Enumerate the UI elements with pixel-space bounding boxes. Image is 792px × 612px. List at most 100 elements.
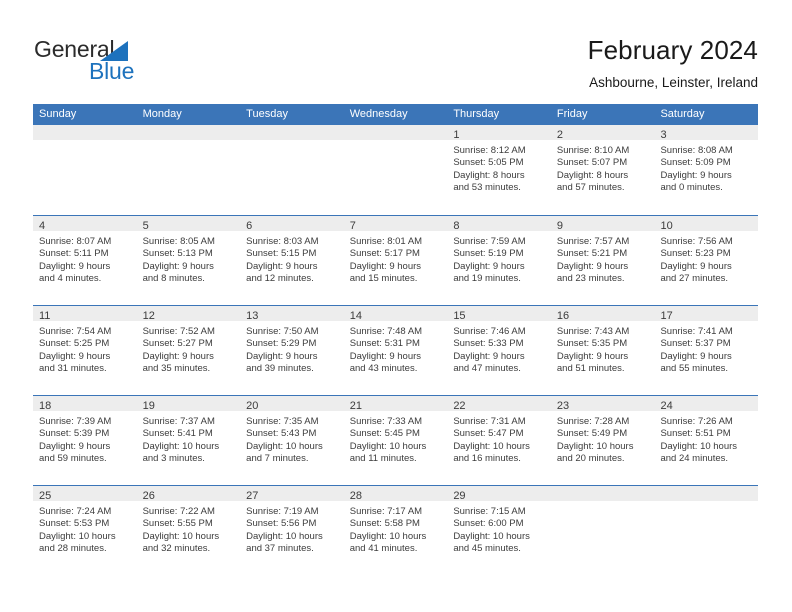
day-sun-info: Sunrise: 8:01 AM Sunset: 5:17 PM Dayligh… [349,236,423,284]
day-number: 25 [39,490,52,502]
day-number-band: 12 [136,306,241,322]
calendar-day-cell[interactable]: 27 Sunrise: 7:19 AM Sunset: 5:56 PM Dayli… [240,485,344,575]
calendar-table: Sunday Monday Tuesday Wednesday Thursday… [33,104,759,575]
day-number-band [654,486,759,501]
title-block: February 2024 Ashbourne, Leinster, Irela… [588,34,758,91]
calendar-day-cell[interactable]: 28 Sunrise: 7:17 AM Sunset: 5:58 PM Dayli… [343,485,448,575]
day-number-band: 3 [654,125,759,141]
page-header: General Blue February 2024 Ashbourne, Le… [0,0,792,100]
general-blue-logo[interactable]: General Blue [34,36,214,88]
weekday-header-wednesday: Wednesday [349,108,408,120]
day-number: 28 [349,490,362,502]
day-number-band: 15 [447,306,551,322]
day-number-band: 22 [447,396,551,412]
calendar-day-cell[interactable]: 5 Sunrise: 8:05 AM Sunset: 5:13 PM Daylig… [136,215,241,305]
calendar-day-cell[interactable]: 26 Sunrise: 7:22 AM Sunset: 5:55 PM Dayli… [136,485,241,575]
day-sun-info: Sunrise: 8:12 AM Sunset: 5:05 PM Dayligh… [453,145,526,193]
day-number-band: 20 [240,396,344,412]
day-sun-info: Sunrise: 7:24 AM Sunset: 5:53 PM Dayligh… [39,506,116,554]
day-sun-info: Sunrise: 7:37 AM Sunset: 5:41 PM Dayligh… [142,416,220,464]
day-sun-info: Sunrise: 8:03 AM Sunset: 5:15 PM Dayligh… [246,236,319,284]
calendar-day-cell[interactable]: 19 Sunrise: 7:37 AM Sunset: 5:41 PM Dayli… [136,395,241,485]
day-number: 23 [556,400,570,412]
day-number-band: 9 [550,216,655,232]
day-number: 16 [556,310,570,322]
calendar-day-cell[interactable]: 14 Sunrise: 7:48 AM Sunset: 5:31 PM Dayli… [343,305,448,395]
day-number: 18 [39,400,52,412]
day-number: 7 [349,220,356,232]
day-number: 5 [142,220,149,232]
calendar-day-cell[interactable]: 25 Sunrise: 7:24 AM Sunset: 5:53 PM Dayli… [33,485,137,575]
day-number-band: 21 [343,396,448,412]
day-number: 14 [349,310,362,322]
day-number-band: 2 [550,125,655,141]
day-number-band: 23 [550,396,655,412]
calendar-day-cell[interactable]: 18 Sunrise: 7:39 AM Sunset: 5:39 PM Dayli… [33,395,137,485]
calendar-day-cell[interactable]: 3 Sunrise: 8:08 AM Sunset: 5:09 PM Daylig… [654,125,759,215]
logo-text-blue: Blue [89,58,135,84]
calendar-day-cell[interactable]: 1 Sunrise: 8:12 AM Sunset: 5:05 PM Daylig… [447,125,551,215]
day-sun-info [33,140,137,145]
day-number: 8 [453,220,460,232]
calendar-day-cell[interactable]: 12 Sunrise: 7:52 AM Sunset: 5:27 PM Dayli… [136,305,241,395]
day-number-band: 24 [654,396,759,412]
calendar-day-cell[interactable]: 22 Sunrise: 7:31 AM Sunset: 5:47 PM Dayli… [447,395,551,485]
day-number: 12 [142,310,155,322]
day-number: 26 [142,490,155,502]
day-sun-info: Sunrise: 7:56 AM Sunset: 5:23 PM Dayligh… [660,236,733,284]
calendar-week-row: 25 Sunrise: 7:24 AM Sunset: 5:53 PM Dayli… [33,485,759,575]
day-number-band: 6 [240,216,344,232]
day-sun-info: Sunrise: 7:17 AM Sunset: 5:58 PM Dayligh… [349,506,427,554]
page-title: February 2024 [587,35,758,65]
day-number-band: 4 [33,216,137,232]
day-number: 24 [660,400,673,412]
day-sun-info: Sunrise: 8:10 AM Sunset: 5:07 PM Dayligh… [556,145,630,193]
day-number-band: 18 [33,396,137,412]
calendar-day-cell[interactable]: 13 Sunrise: 7:50 AM Sunset: 5:29 PM Dayli… [240,305,344,395]
calendar-day-cell-empty [33,125,137,215]
calendar-day-cell[interactable]: 11 Sunrise: 7:54 AM Sunset: 5:25 PM Dayli… [33,305,137,395]
day-sun-info [551,501,655,506]
calendar-day-cell[interactable]: 24 Sunrise: 7:26 AM Sunset: 5:51 PM Dayli… [654,395,759,485]
day-number-band [33,125,137,140]
calendar-day-cell[interactable]: 16 Sunrise: 7:43 AM Sunset: 5:35 PM Dayli… [550,305,655,395]
day-number-band [343,125,448,140]
calendar-day-cell[interactable]: 20 Sunrise: 7:35 AM Sunset: 5:43 PM Dayli… [240,395,344,485]
calendar-day-cell[interactable]: 7 Sunrise: 8:01 AM Sunset: 5:17 PM Daylig… [343,215,448,305]
calendar-day-cell[interactable]: 29 Sunrise: 7:15 AM Sunset: 6:00 PM Dayli… [447,485,551,575]
day-number-band: 29 [447,486,551,502]
day-sun-info: Sunrise: 7:35 AM Sunset: 5:43 PM Dayligh… [246,416,323,464]
day-sun-info [137,140,241,145]
calendar-week-row: 18 Sunrise: 7:39 AM Sunset: 5:39 PM Dayli… [33,395,759,485]
day-sun-info: Sunrise: 7:50 AM Sunset: 5:29 PM Dayligh… [246,326,319,374]
calendar-day-cell[interactable]: 9 Sunrise: 7:57 AM Sunset: 5:21 PM Daylig… [550,215,655,305]
calendar-day-cell[interactable]: 21 Sunrise: 7:33 AM Sunset: 5:45 PM Dayli… [343,395,448,485]
day-number-band: 28 [343,486,448,502]
day-sun-info: Sunrise: 7:19 AM Sunset: 5:56 PM Dayligh… [246,506,323,554]
day-number: 3 [660,129,667,141]
day-number: 17 [660,310,673,322]
day-number: 13 [246,310,259,322]
weekday-header-thursday: Thursday [453,108,500,120]
calendar-day-cell[interactable]: 17 Sunrise: 7:41 AM Sunset: 5:37 PM Dayli… [654,305,759,395]
day-number-band: 27 [240,486,344,502]
calendar-day-cell[interactable]: 6 Sunrise: 8:03 AM Sunset: 5:15 PM Daylig… [240,215,344,305]
day-sun-info: Sunrise: 7:39 AM Sunset: 5:39 PM Dayligh… [39,416,112,464]
calendar-day-cell[interactable]: 8 Sunrise: 7:59 AM Sunset: 5:19 PM Daylig… [447,215,551,305]
calendar-day-cell[interactable]: 4 Sunrise: 8:07 AM Sunset: 5:11 PM Daylig… [33,215,137,305]
calendar-day-cell[interactable]: 10 Sunrise: 7:56 AM Sunset: 5:23 PM Dayli… [654,215,759,305]
weekday-header-row: Sunday Monday Tuesday Wednesday Thursday… [33,104,758,125]
calendar-day-cell[interactable]: 15 Sunrise: 7:46 AM Sunset: 5:33 PM Dayli… [447,305,551,395]
day-number: 2 [556,129,564,141]
calendar-day-cell-empty [550,485,655,575]
day-sun-info: Sunrise: 7:48 AM Sunset: 5:31 PM Dayligh… [349,326,423,374]
day-sun-info: Sunrise: 7:41 AM Sunset: 5:37 PM Dayligh… [660,326,733,374]
day-sun-info: Sunrise: 7:22 AM Sunset: 5:55 PM Dayligh… [142,506,220,554]
calendar-day-cell-empty [654,485,759,575]
day-number-band: 14 [343,306,448,322]
calendar-day-cell[interactable]: 2 Sunrise: 8:10 AM Sunset: 5:07 PM Daylig… [550,125,655,215]
day-number: 15 [453,310,466,322]
day-number-band [550,486,655,501]
day-sun-info: Sunrise: 7:46 AM Sunset: 5:33 PM Dayligh… [453,326,526,374]
calendar-day-cell[interactable]: 23 Sunrise: 7:28 AM Sunset: 5:49 PM Dayli… [550,395,655,485]
